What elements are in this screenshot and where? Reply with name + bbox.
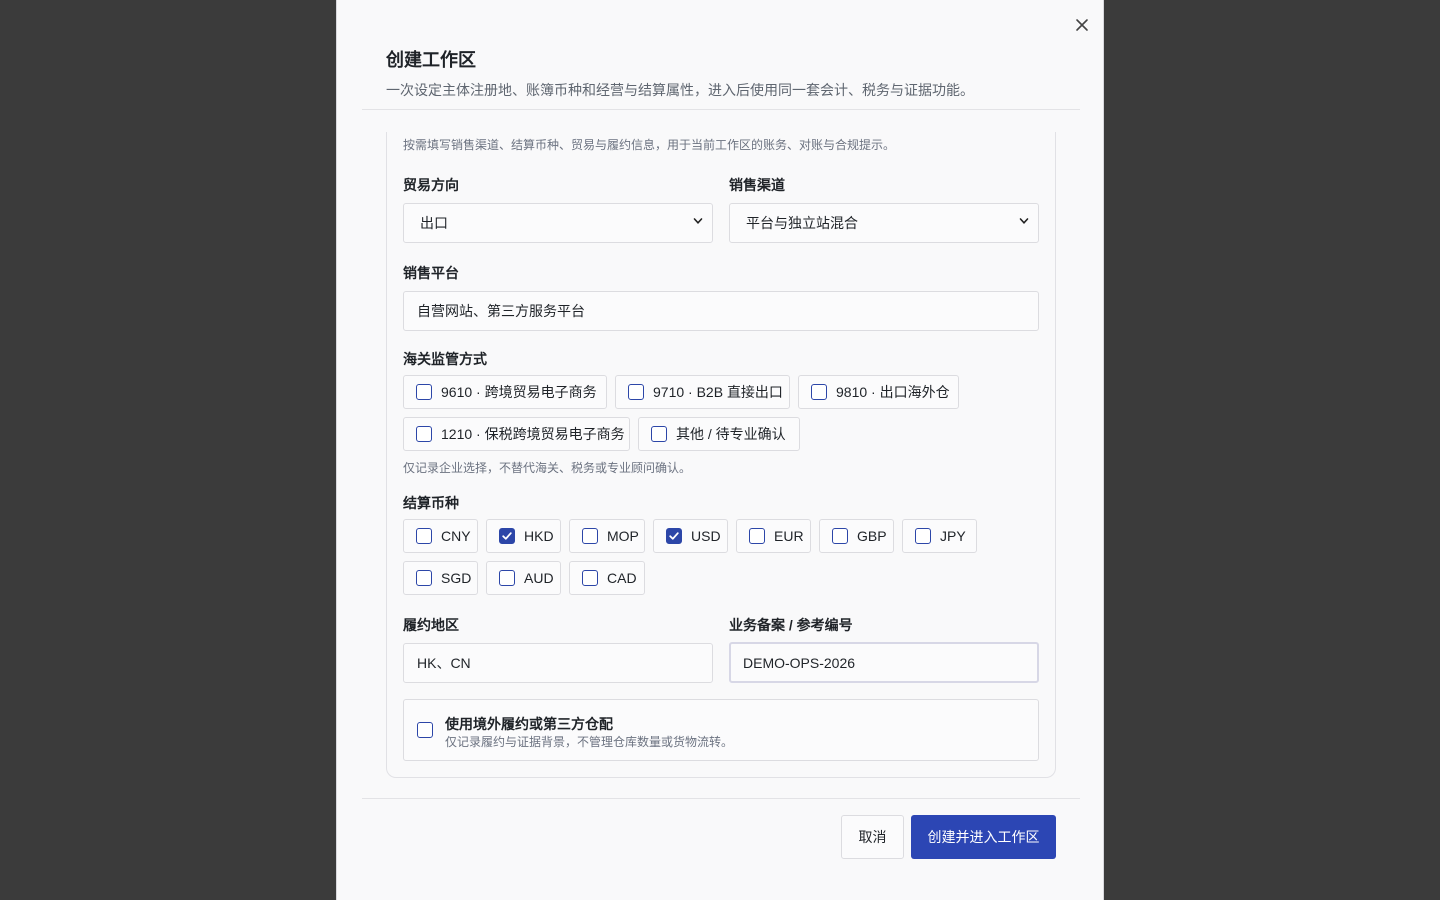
reference-no-value: DEMO-OPS-2026 xyxy=(743,654,856,671)
option-description: 仅记录履约与证据背景，不管理仓库数量或货物流转。 xyxy=(445,735,734,749)
option-title: 使用境外履约或第三方仓配 xyxy=(445,716,613,732)
option-label: AUD xyxy=(524,570,554,586)
check-icon xyxy=(669,532,679,540)
customs-option-9610[interactable]: 9610 · 跨境贸易电子商务 xyxy=(403,375,607,409)
checkbox[interactable] xyxy=(811,384,827,400)
option-label: USD xyxy=(691,528,721,544)
option-label: SGD xyxy=(441,570,472,586)
sales-channel-label: 销售渠道 xyxy=(729,177,785,193)
panel-hint: 按需填写销售渠道、结算币种、贸易与履约信息，用于当前工作区的账务、对账与合规提示… xyxy=(403,138,896,152)
business-attributes-panel: 按需填写销售渠道、结算币种、贸易与履约信息，用于当前工作区的账务、对账与合规提示… xyxy=(386,132,1056,778)
currency-option-jpy[interactable]: JPY xyxy=(902,519,977,553)
checkbox[interactable] xyxy=(499,528,515,544)
fulfillment-region-value: HK、CN xyxy=(417,655,471,671)
sales-channel-value: 平台与独立站混合 xyxy=(746,215,858,231)
checkbox[interactable] xyxy=(416,528,432,544)
create-workspace-button[interactable]: 创建并进入工作区 xyxy=(911,815,1056,859)
fulfillment-region-label: 履约地区 xyxy=(403,617,459,633)
dialog-title: 创建工作区 xyxy=(386,50,476,70)
currency-option-aud[interactable]: AUD xyxy=(486,561,561,595)
option-label: GBP xyxy=(857,528,887,544)
checkbox[interactable] xyxy=(628,384,644,400)
option-label: HKD xyxy=(524,528,554,544)
close-button[interactable] xyxy=(1071,14,1093,36)
option-label: CNY xyxy=(441,528,471,544)
overseas-fulfillment-option[interactable]: 使用境外履约或第三方仓配 仅记录履约与证据背景，不管理仓库数量或货物流转。 xyxy=(403,699,1039,761)
close-icon xyxy=(1076,19,1088,31)
checkbox[interactable] xyxy=(416,384,432,400)
customs-option-1210[interactable]: 1210 · 保税跨境贸易电子商务 xyxy=(403,417,630,451)
option-label: 9810 · 出口海外仓 xyxy=(836,384,950,400)
dialog-subtitle: 一次设定主体注册地、账簿币种和经营与结算属性，进入后使用同一套会计、税务与证据功… xyxy=(386,82,974,98)
customs-label: 海关监管方式 xyxy=(403,351,487,367)
option-label: JPY xyxy=(940,528,966,544)
currency-option-usd[interactable]: USD xyxy=(653,519,728,553)
trade-direction-label: 贸易方向 xyxy=(403,177,459,193)
footer-divider xyxy=(362,798,1080,799)
checkbox[interactable] xyxy=(416,570,432,586)
option-label: EUR xyxy=(774,528,804,544)
currency-option-mop[interactable]: MOP xyxy=(569,519,645,553)
sales-platform-input[interactable]: 自营网站、第三方服务平台 xyxy=(403,291,1039,331)
checkbox[interactable] xyxy=(749,528,765,544)
currency-option-cny[interactable]: CNY xyxy=(403,519,478,553)
sales-platform-label: 销售平台 xyxy=(403,265,459,281)
checkbox[interactable] xyxy=(499,570,515,586)
check-icon xyxy=(502,532,512,540)
option-label: 1210 · 保税跨境贸易电子商务 xyxy=(441,426,625,442)
checkbox[interactable] xyxy=(582,528,598,544)
fulfillment-region-input[interactable]: HK、CN xyxy=(403,643,713,683)
currency-option-eur[interactable]: EUR xyxy=(736,519,811,553)
option-label: 9610 · 跨境贸易电子商务 xyxy=(441,384,597,400)
chevron-down-icon xyxy=(1019,218,1029,224)
currency-option-cad[interactable]: CAD xyxy=(569,561,645,595)
checkbox[interactable] xyxy=(651,426,667,442)
checkbox[interactable] xyxy=(416,426,432,442)
customs-note: 仅记录企业选择，不替代海关、税务或专业顾问确认。 xyxy=(403,461,692,475)
customs-option-9810[interactable]: 9810 · 出口海外仓 xyxy=(798,375,959,409)
checkbox[interactable] xyxy=(832,528,848,544)
currency-label: 结算币种 xyxy=(403,495,459,511)
option-label: MOP xyxy=(607,528,639,544)
trade-direction-value: 出口 xyxy=(420,215,448,231)
trade-direction-select[interactable]: 出口 xyxy=(403,203,713,243)
customs-option-other[interactable]: 其他 / 待专业确认 xyxy=(638,417,800,451)
checkbox[interactable] xyxy=(666,528,682,544)
checkbox[interactable] xyxy=(915,528,931,544)
chevron-down-icon xyxy=(693,218,703,224)
create-workspace-dialog: 创建工作区 一次设定主体注册地、账簿币种和经营与结算属性，进入后使用同一套会计、… xyxy=(336,0,1104,900)
option-label: 其他 / 待专业确认 xyxy=(676,426,786,442)
checkbox[interactable] xyxy=(582,570,598,586)
currency-option-sgd[interactable]: SGD xyxy=(403,561,478,595)
header-divider xyxy=(362,109,1080,110)
cancel-button[interactable]: 取消 xyxy=(841,815,904,859)
option-label: 9710 · B2B 直接出口 xyxy=(653,384,783,400)
option-label: CAD xyxy=(607,570,637,586)
currency-option-hkd[interactable]: HKD xyxy=(486,519,561,553)
sales-channel-select[interactable]: 平台与独立站混合 xyxy=(729,203,1039,243)
customs-option-9710[interactable]: 9710 · B2B 直接出口 xyxy=(615,375,790,409)
sales-platform-value: 自营网站、第三方服务平台 xyxy=(417,303,585,319)
currency-option-gbp[interactable]: GBP xyxy=(819,519,894,553)
reference-no-label: 业务备案 / 参考编号 xyxy=(729,617,853,633)
dialog-header: 创建工作区 一次设定主体注册地、账簿币种和经营与结算属性，进入后使用同一套会计、… xyxy=(386,46,1066,100)
reference-no-input[interactable]: DEMO-OPS-2026 xyxy=(729,642,1039,683)
checkbox[interactable] xyxy=(417,722,433,738)
